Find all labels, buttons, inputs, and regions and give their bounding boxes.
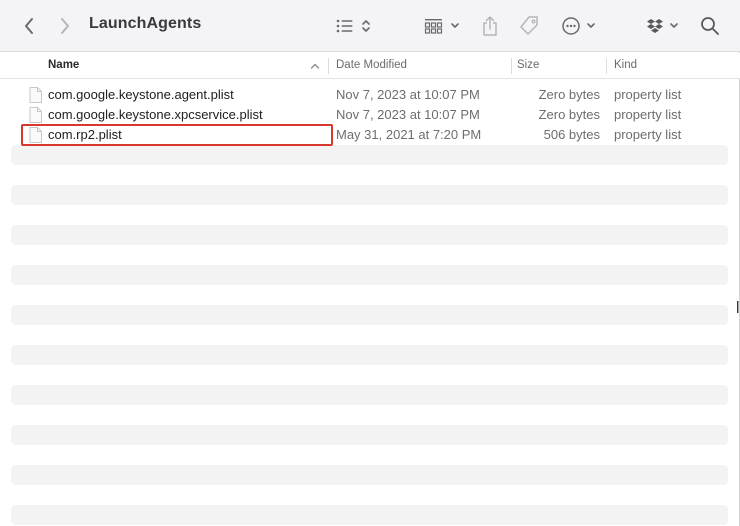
- search-icon: [701, 17, 719, 35]
- file-date-modified: May 31, 2021 at 7:20 PM: [336, 127, 482, 142]
- empty-row-stripe: [11, 505, 728, 525]
- window-title: LaunchAgents: [89, 15, 202, 32]
- column-header: Name Date Modified Size Kind: [0, 53, 740, 79]
- sort-ascending-icon[interactable]: [310, 62, 320, 70]
- selection-highlight-box: [21, 124, 333, 146]
- ellipsis-circle-icon: [562, 17, 595, 35]
- grid-view-icon: [424, 19, 459, 34]
- group-button[interactable]: [424, 12, 462, 40]
- file-size: 506 bytes: [543, 127, 600, 142]
- file-kind: property list: [614, 107, 682, 122]
- toolbar: LaunchAgents: [0, 0, 740, 52]
- chevron-left-icon: [25, 18, 33, 34]
- tag-button[interactable]: [518, 12, 540, 40]
- tag-icon: [520, 16, 538, 35]
- back-button[interactable]: [18, 12, 40, 40]
- file-row[interactable]: com.google.keystone.xpcservice.plist Nov…: [11, 105, 728, 125]
- file-kind: property list: [614, 87, 682, 102]
- file-date-modified: Nov 7, 2023 at 10:07 PM: [336, 87, 480, 102]
- column-divider[interactable]: [511, 58, 512, 74]
- file-row[interactable]: com.google.keystone.agent.plist Nov 7, 2…: [11, 85, 728, 105]
- view-options-button[interactable]: [335, 12, 375, 40]
- forward-button[interactable]: [54, 12, 76, 40]
- share-button[interactable]: [480, 12, 500, 40]
- list-view-icon: [336, 19, 370, 33]
- empty-row-stripe: [11, 265, 728, 285]
- dropbox-icon: [647, 19, 678, 33]
- file-size: Zero bytes: [538, 107, 600, 122]
- finder-window: LaunchAgents Name Date Modified Size Kin…: [0, 0, 740, 526]
- empty-row-stripe: [11, 385, 728, 405]
- share-icon: [483, 16, 497, 36]
- empty-row-stripe: [11, 425, 728, 445]
- column-name-header[interactable]: Name: [48, 53, 79, 79]
- search-button[interactable]: [699, 12, 721, 40]
- file-kind: property list: [614, 127, 682, 142]
- column-kind-header[interactable]: Kind: [614, 53, 637, 79]
- file-date-modified: Nov 7, 2023 at 10:07 PM: [336, 107, 480, 122]
- dropbox-button[interactable]: [646, 12, 682, 40]
- column-date-header[interactable]: Date Modified: [336, 53, 407, 79]
- file-name: com.google.keystone.agent.plist: [48, 87, 234, 102]
- file-name: com.google.keystone.xpcservice.plist: [48, 107, 263, 122]
- empty-row-stripe: [11, 345, 728, 365]
- column-divider[interactable]: [328, 58, 329, 74]
- column-size-header[interactable]: Size: [517, 53, 539, 79]
- chevron-right-icon: [61, 18, 69, 34]
- empty-row-stripe: [11, 465, 728, 485]
- action-button[interactable]: [561, 12, 599, 40]
- resize-handle-icon[interactable]: [736, 300, 740, 314]
- document-icon: [29, 107, 42, 123]
- document-icon: [29, 87, 42, 103]
- empty-row-stripe: [11, 305, 728, 325]
- file-size: Zero bytes: [538, 87, 600, 102]
- empty-row-stripe: [11, 225, 728, 245]
- column-divider[interactable]: [606, 58, 607, 74]
- empty-row-stripe: [11, 145, 728, 165]
- empty-row-stripe: [11, 185, 728, 205]
